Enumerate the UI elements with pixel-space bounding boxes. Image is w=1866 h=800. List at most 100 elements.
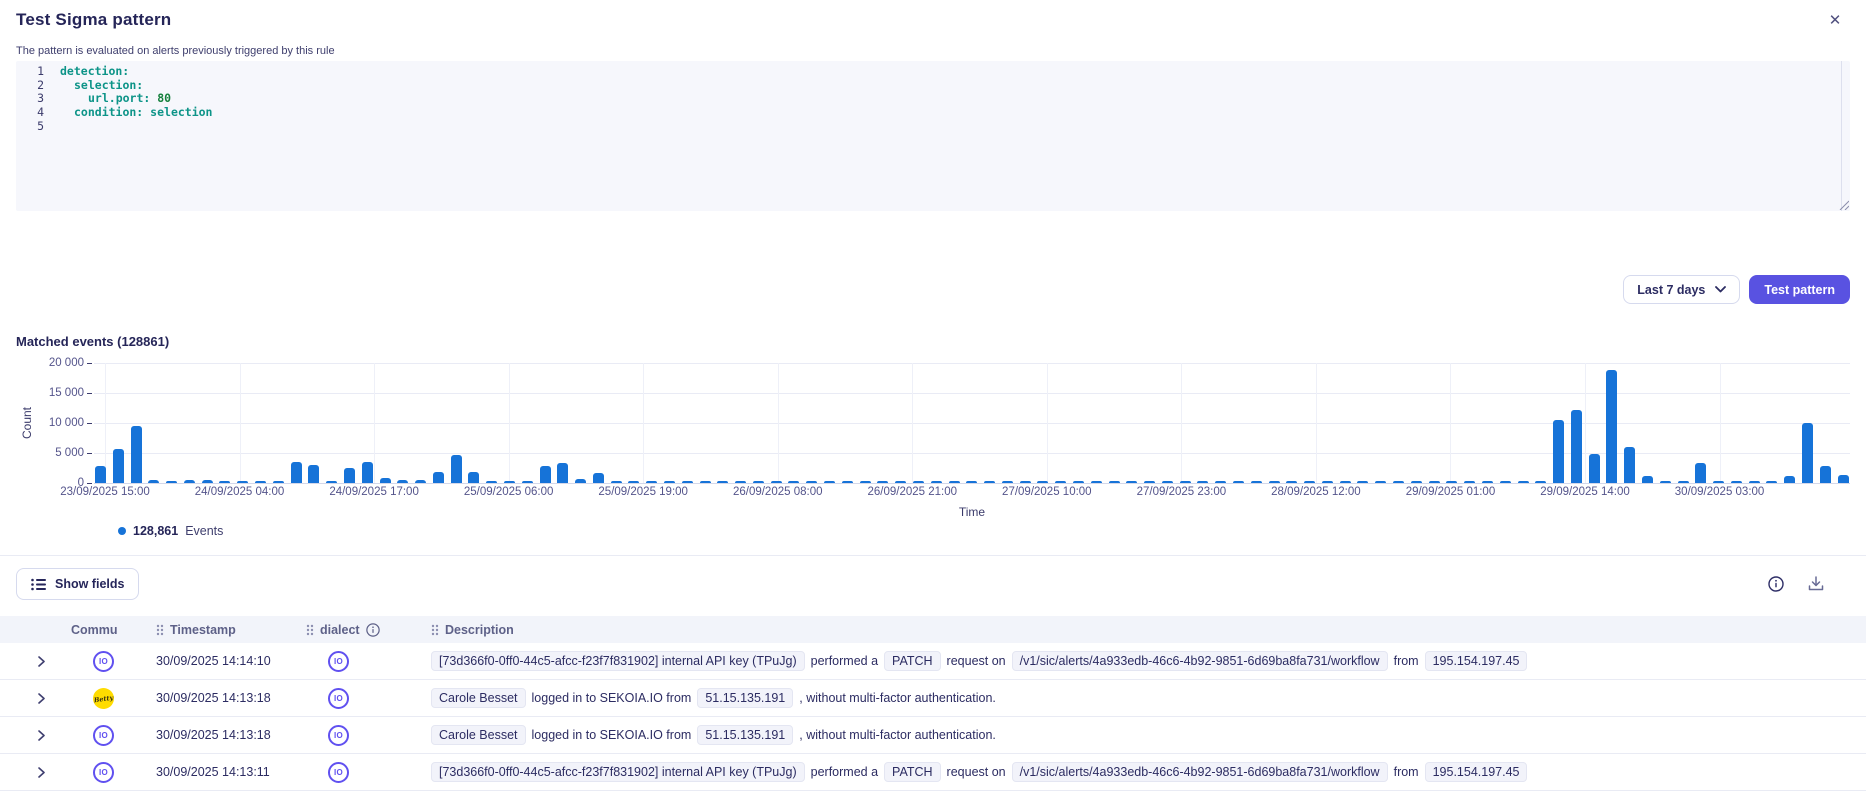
event-count-bar[interactable] (237, 481, 248, 483)
event-count-bar[interactable] (1571, 410, 1582, 483)
resize-handle-icon[interactable] (1838, 199, 1849, 210)
event-count-bar[interactable] (1037, 481, 1048, 483)
event-count-bar[interactable] (557, 463, 568, 483)
event-count-bar[interactable] (824, 481, 835, 483)
event-count-bar[interactable] (1215, 481, 1226, 483)
event-count-bar[interactable] (1482, 481, 1493, 483)
header-dialect[interactable]: dialect (306, 623, 431, 637)
event-count-bar[interactable] (1660, 481, 1671, 483)
event-count-bar[interactable] (326, 481, 337, 483)
event-count-bar[interactable] (753, 481, 764, 483)
expand-row-button[interactable] (16, 767, 71, 778)
event-count-bar[interactable] (468, 472, 479, 483)
event-count-bar[interactable] (771, 481, 782, 483)
event-count-bar[interactable] (1197, 481, 1208, 483)
event-count-bar[interactable] (1820, 466, 1831, 483)
event-count-bar[interactable] (842, 481, 853, 483)
event-count-bar[interactable] (1429, 481, 1440, 483)
event-count-bar[interactable] (1784, 476, 1795, 483)
event-count-bar[interactable] (1802, 423, 1813, 483)
event-count-bar[interactable] (1838, 475, 1849, 483)
show-fields-button[interactable]: Show fields (16, 568, 139, 600)
drag-handle-icon[interactable] (431, 624, 439, 636)
event-count-bar[interactable] (1731, 481, 1742, 483)
value-chip[interactable]: [73d366f0-0ff0-44c5-afcc-f23f7f831902] i… (431, 651, 805, 671)
event-count-bar[interactable] (397, 480, 408, 483)
event-count-bar[interactable] (1624, 447, 1635, 483)
event-count-bar[interactable] (1322, 481, 1333, 483)
event-count-bar[interactable] (682, 481, 693, 483)
event-count-bar[interactable] (1020, 481, 1031, 483)
event-count-bar[interactable] (1055, 481, 1066, 483)
event-count-bar[interactable] (1340, 481, 1351, 483)
event-count-bar[interactable] (931, 481, 942, 483)
event-count-bar[interactable] (486, 481, 497, 483)
event-count-bar[interactable] (1766, 481, 1777, 483)
event-count-bar[interactable] (95, 466, 106, 483)
header-timestamp[interactable]: Timestamp (156, 623, 306, 637)
event-count-bar[interactable] (308, 465, 319, 483)
expand-row-button[interactable] (16, 656, 71, 667)
event-count-bar[interactable] (1535, 481, 1546, 483)
event-count-bar[interactable] (1251, 481, 1262, 483)
event-count-bar[interactable] (949, 481, 960, 483)
value-chip[interactable]: [73d366f0-0ff0-44c5-afcc-f23f7f831902] i… (431, 762, 805, 782)
value-chip[interactable]: /v1/sic/alerts/4a933edb-46c6-4b92-9851-6… (1012, 762, 1388, 782)
info-icon[interactable] (1768, 576, 1784, 592)
event-count-bar[interactable] (1518, 481, 1529, 483)
event-count-bar[interactable] (1749, 481, 1760, 483)
event-count-bar[interactable] (1126, 481, 1137, 483)
event-count-bar[interactable] (1678, 481, 1689, 483)
event-count-bar[interactable] (1233, 481, 1244, 483)
event-count-bar[interactable] (575, 479, 586, 483)
download-icon[interactable] (1808, 576, 1824, 592)
close-icon[interactable]: ✕ (1826, 12, 1844, 30)
event-count-bar[interactable] (451, 455, 462, 483)
event-count-bar[interactable] (966, 481, 977, 483)
event-count-bar[interactable] (1589, 454, 1600, 483)
time-range-dropdown[interactable]: Last 7 days (1623, 275, 1740, 304)
value-chip[interactable]: 195.154.197.45 (1425, 762, 1528, 782)
drag-handle-icon[interactable] (156, 624, 164, 636)
event-count-bar[interactable] (219, 481, 230, 483)
event-count-bar[interactable] (1286, 481, 1297, 483)
table-row[interactable]: IO30/09/2025 14:13:11IO[73d366f0-0ff0-44… (0, 754, 1866, 791)
value-chip[interactable]: Carole Besset (431, 688, 526, 708)
event-count-bar[interactable] (202, 480, 213, 483)
value-chip[interactable]: 195.154.197.45 (1425, 651, 1528, 671)
event-count-bar[interactable] (611, 481, 622, 483)
header-description[interactable]: Description (431, 623, 1866, 637)
expand-row-button[interactable] (16, 730, 71, 741)
table-row[interactable]: IO30/09/2025 14:13:18IOCarole Bessetlogg… (0, 717, 1866, 754)
event-count-bar[interactable] (1642, 476, 1653, 483)
sigma-code-editor[interactable]: 1detection:2selection:3url.port: 804cond… (16, 61, 1850, 211)
event-count-bar[interactable] (860, 481, 871, 483)
event-count-bar[interactable] (1553, 420, 1564, 483)
value-chip[interactable]: 51.15.135.191 (697, 688, 793, 708)
event-count-bar[interactable] (735, 481, 746, 483)
event-count-bar[interactable] (1269, 481, 1280, 483)
value-chip[interactable]: Carole Besset (431, 725, 526, 745)
event-count-bar[interactable] (1091, 481, 1102, 483)
event-count-bar[interactable] (1713, 481, 1724, 483)
event-count-bar[interactable] (646, 481, 657, 483)
event-count-bar[interactable] (148, 480, 159, 483)
event-count-bar[interactable] (433, 472, 444, 483)
event-count-bar[interactable] (1375, 481, 1386, 483)
event-count-bar[interactable] (504, 481, 515, 483)
value-chip[interactable]: /v1/sic/alerts/4a933edb-46c6-4b92-9851-6… (1012, 651, 1388, 671)
event-count-bar[interactable] (895, 481, 906, 483)
event-count-bar[interactable] (628, 481, 639, 483)
event-count-bar[interactable] (113, 449, 124, 483)
event-count-bar[interactable] (1411, 481, 1422, 483)
event-count-bar[interactable] (255, 481, 266, 483)
table-row[interactable]: IO30/09/2025 14:14:10IO[73d366f0-0ff0-44… (0, 643, 1866, 680)
event-count-bar[interactable] (380, 478, 391, 483)
drag-handle-icon[interactable] (306, 624, 314, 636)
event-count-bar[interactable] (344, 468, 355, 483)
event-count-bar[interactable] (1073, 481, 1084, 483)
event-count-bar[interactable] (131, 426, 142, 483)
event-count-bar[interactable] (166, 481, 177, 483)
event-count-bar[interactable] (806, 481, 817, 483)
expand-row-button[interactable] (16, 693, 71, 704)
